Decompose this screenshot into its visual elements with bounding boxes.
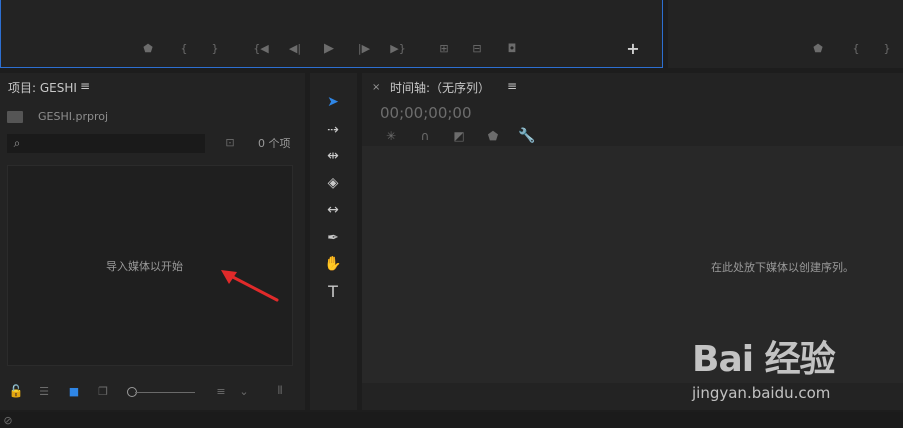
baidu-jingyan-watermark: Bai 经验 jingyan.baidu.com xyxy=(692,326,862,410)
step-back-icon[interactable]: ◀| xyxy=(288,41,302,55)
hand-tool-icon[interactable]: ✋ xyxy=(320,253,346,275)
project-file-name: GESHI.prproj xyxy=(38,110,109,123)
linked-selection-icon[interactable]: ◩ xyxy=(450,127,468,145)
icon-view-icon[interactable]: ■ xyxy=(66,384,82,398)
annotation-arrow xyxy=(221,270,279,302)
export-frame-icon[interactable]: ◘ xyxy=(504,41,520,55)
lock-icon[interactable]: 🔓 xyxy=(8,384,24,398)
status-bar xyxy=(0,412,903,428)
add-button-icon[interactable]: + xyxy=(625,39,641,58)
freeform-view-icon[interactable]: ❐ xyxy=(95,384,111,398)
source-monitor-panel: ⬟ { } {◀ ◀| ▶ |▶ ▶} ⊞ ⊟ ◘ + xyxy=(0,0,663,68)
panel-menu-icon[interactable]: ≡ xyxy=(80,79,90,93)
chevron-down-icon[interactable]: ⌄ xyxy=(236,384,252,398)
create-sequence-hint: 在此处放下媒体以创建序列。 xyxy=(711,261,854,274)
sort-icon[interactable]: ≡ xyxy=(213,384,229,398)
project-panel: 项目: GESHI ≡ GESHI.prproj ⌕ ⊡ 0 个项 导入媒体以开… xyxy=(0,73,305,410)
insert-icon[interactable]: ⊞ xyxy=(434,41,454,55)
watermark-logo-text: Bai 经验 xyxy=(692,339,836,380)
slip-tool-icon[interactable]: ↔ xyxy=(320,199,346,221)
program-monitor-panel: ⬟ { } xyxy=(668,0,903,68)
razor-tool-icon[interactable]: ◈ xyxy=(320,172,346,194)
mark-in-icon[interactable]: { xyxy=(850,41,862,55)
mark-in-icon[interactable]: { xyxy=(178,41,190,55)
item-count: 0 个项 xyxy=(258,137,291,150)
wrench-icon[interactable]: 🔧 xyxy=(518,127,536,145)
marker-icon[interactable]: ⬟ xyxy=(141,41,155,55)
marker-icon[interactable]: ⬟ xyxy=(484,127,502,145)
overwrite-icon[interactable]: ⊟ xyxy=(467,41,487,55)
search-icon: ⌕ xyxy=(13,135,21,150)
status-indicator-icon: ⊘ xyxy=(3,413,13,427)
ripple-edit-tool-icon[interactable]: ⇹ xyxy=(320,145,346,167)
nest-icon[interactable]: ✳ xyxy=(382,127,400,145)
search-input[interactable] xyxy=(7,134,205,153)
track-select-tool-icon[interactable]: ⇢ xyxy=(320,119,346,141)
import-media-hint: 导入媒体以开始 xyxy=(106,260,183,273)
selection-tool-icon[interactable]: ➤ xyxy=(320,91,346,113)
pen-tool-icon[interactable]: ✒ xyxy=(320,227,346,249)
new-bin-icon[interactable]: ⊡ xyxy=(222,135,238,149)
project-file-icon xyxy=(7,111,23,123)
list-view-icon[interactable]: ☰ xyxy=(36,384,52,398)
project-panel-title[interactable]: 项目: GESHI xyxy=(8,79,77,96)
close-icon[interactable]: × xyxy=(372,82,380,93)
mark-out-icon[interactable]: } xyxy=(881,41,893,55)
marker-icon[interactable]: ⬟ xyxy=(811,41,825,55)
automate-to-sequence-icon[interactable]: ⦀ xyxy=(272,384,288,398)
step-forward-icon[interactable]: |▶ xyxy=(357,41,371,55)
zoom-slider[interactable] xyxy=(135,392,195,393)
go-to-in-icon[interactable]: {◀ xyxy=(253,41,269,55)
timeline-title[interactable]: 时间轴:（无序列） xyxy=(390,79,490,96)
tools-panel: ➤ ⇢ ⇹ ◈ ↔ ✒ ✋ T xyxy=(310,73,357,410)
type-tool-icon[interactable]: T xyxy=(320,280,346,302)
snap-icon[interactable]: ∩ xyxy=(416,127,434,145)
timecode-display[interactable]: 00;00;00;00 xyxy=(380,104,472,122)
mark-out-icon[interactable]: } xyxy=(209,41,221,55)
watermark-url: jingyan.baidu.com xyxy=(692,384,831,402)
panel-menu-icon[interactable]: ≡ xyxy=(507,79,517,93)
play-icon[interactable]: ▶ xyxy=(322,40,336,56)
go-to-out-icon[interactable]: ▶} xyxy=(390,41,406,55)
